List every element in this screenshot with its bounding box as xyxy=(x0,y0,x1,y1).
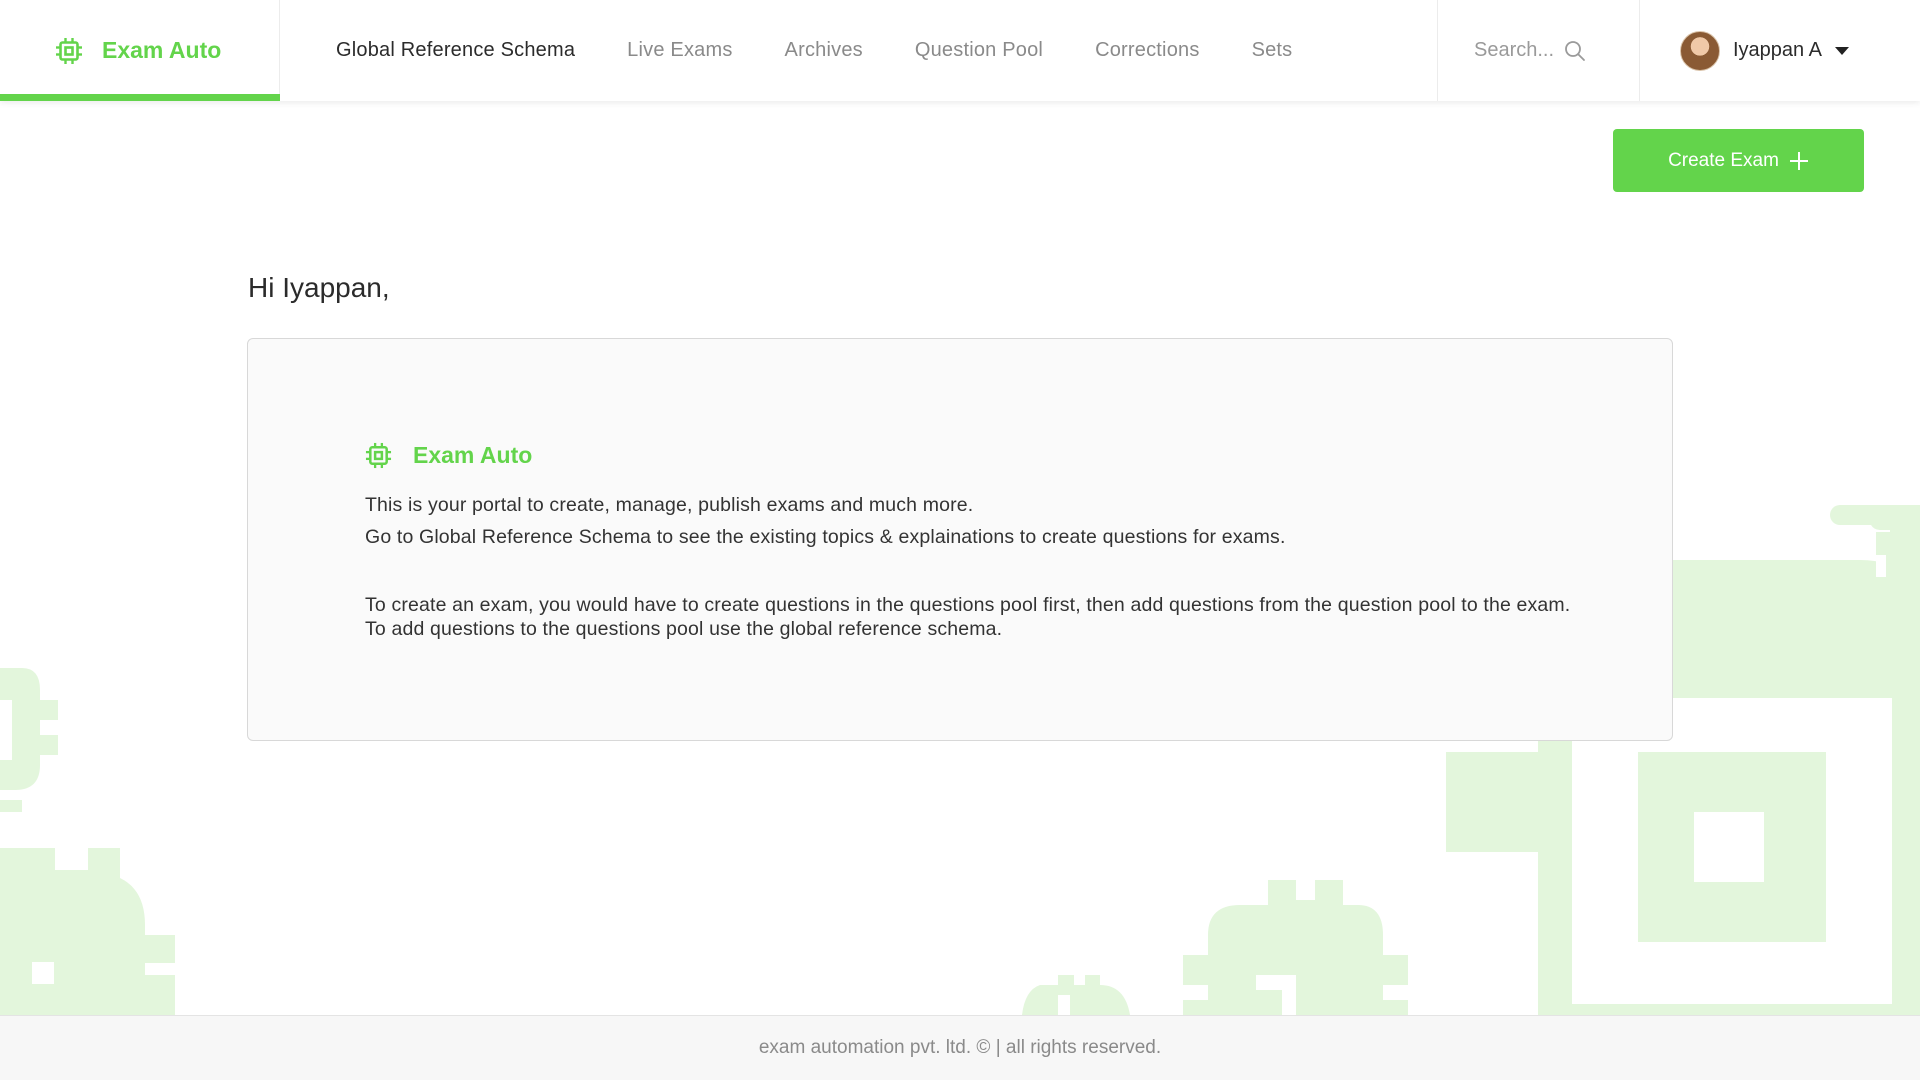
plus-icon xyxy=(1789,151,1808,170)
card-instructions: To create an exam, you would have to cre… xyxy=(365,594,1571,640)
brand-logo[interactable]: Exam Auto xyxy=(0,0,280,101)
user-menu[interactable]: Iyappan A xyxy=(1640,0,1920,101)
caret-down-icon[interactable] xyxy=(1834,46,1849,55)
nav-item-corrections[interactable]: Corrections xyxy=(1095,39,1199,62)
avatar[interactable] xyxy=(1680,30,1720,71)
nav-item-live-exams[interactable]: Live Exams xyxy=(627,39,732,62)
search-box[interactable]: Search... xyxy=(1437,0,1640,101)
user-name[interactable]: Iyappan A xyxy=(1733,39,1822,62)
chip-icon xyxy=(365,442,392,469)
main-nav: Global Reference Schema Live Exams Archi… xyxy=(280,0,1437,101)
card-brand: Exam Auto xyxy=(365,442,532,469)
card-schema-line: Go to Global Reference Schema to see the… xyxy=(365,526,1286,548)
footer-copyright: exam automation pvt. ltd. © | all rights… xyxy=(758,1037,1162,1058)
brand-name: Exam Auto xyxy=(102,37,222,63)
footer: exam automation pvt. ltd. © | all rights… xyxy=(0,1015,1920,1080)
top-navbar: Exam Auto Global Reference Schema Live E… xyxy=(0,0,1920,101)
nav-item-sets[interactable]: Sets xyxy=(1252,39,1293,62)
welcome-card: Exam Auto This is your portal to create,… xyxy=(247,338,1673,741)
nav-item-global-reference-schema[interactable]: Global Reference Schema xyxy=(336,39,575,62)
card-brand-name: Exam Auto xyxy=(413,442,533,468)
search-icon[interactable] xyxy=(1564,40,1586,62)
search-input[interactable]: Search... xyxy=(1474,39,1554,62)
create-exam-label: Create Exam xyxy=(1668,149,1779,171)
chip-icon xyxy=(56,37,82,64)
nav-item-question-pool[interactable]: Question Pool xyxy=(915,39,1043,62)
page-greeting: Hi Iyappan, xyxy=(248,272,390,303)
nav-item-archives[interactable]: Archives xyxy=(785,39,863,62)
card-intro-line: This is your portal to create, manage, p… xyxy=(365,494,974,516)
create-exam-button[interactable]: Create Exam xyxy=(1613,129,1864,192)
